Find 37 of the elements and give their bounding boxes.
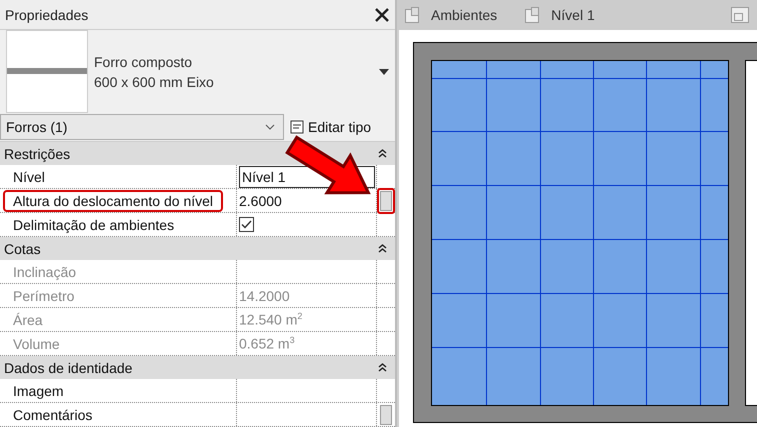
property-value: 0.652 m$^{3}$: [239, 335, 295, 352]
group-title: Dados de identidade: [4, 360, 132, 376]
property-value: 2.6000: [239, 192, 282, 208]
close-icon[interactable]: [375, 8, 389, 22]
collapse-icon[interactable]: [378, 244, 387, 253]
edit-type-button[interactable]: Editar tipo: [288, 119, 374, 136]
property-value: 14.2000: [239, 288, 290, 304]
view-tab[interactable]: Nível 1: [525, 7, 595, 23]
group-header[interactable]: Cotas: [0, 237, 395, 260]
ceiling-thumbnail-icon: [6, 30, 88, 114]
property-label: Comentários: [12, 406, 94, 424]
property-label: Altura do deslocamento do nível: [3, 190, 224, 212]
group-title: Restrições: [4, 146, 70, 162]
group-header[interactable]: Restrições: [0, 142, 395, 165]
property-label: Imagem: [12, 382, 65, 401]
property-label: Inclinação: [12, 262, 78, 282]
property-label: Nível: [12, 168, 46, 186]
category-dropdown[interactable]: Forros (1): [0, 114, 284, 140]
property-label: Área: [12, 310, 44, 330]
group-title: Cotas: [4, 240, 41, 256]
type-selector[interactable]: Forro composto 600 x 600 mm Eixo: [0, 29, 395, 114]
type-variant: 600 x 600 mm Eixo: [94, 72, 215, 92]
collapse-icon[interactable]: [378, 149, 387, 158]
chevron-down-icon: [265, 124, 275, 130]
property-label: Volume: [12, 334, 61, 354]
group-header[interactable]: Dados de identidade: [0, 356, 395, 379]
view-tab[interactable]: Ambientes: [405, 7, 498, 23]
property-label: Perímetro: [12, 286, 76, 306]
parameter-button[interactable]: [377, 188, 395, 214]
panel-title: Propriedades: [5, 6, 88, 23]
type-name: Forro composto: [94, 52, 194, 72]
checkbox[interactable]: [239, 217, 254, 232]
dropdown-arrow-icon[interactable]: [379, 68, 389, 75]
collapse-icon[interactable]: [378, 363, 387, 372]
edit-type-icon: [290, 120, 304, 134]
property-value: 12.540 m$^{2}$: [239, 311, 302, 328]
property-label: Delimitação de ambientes: [12, 216, 176, 235]
